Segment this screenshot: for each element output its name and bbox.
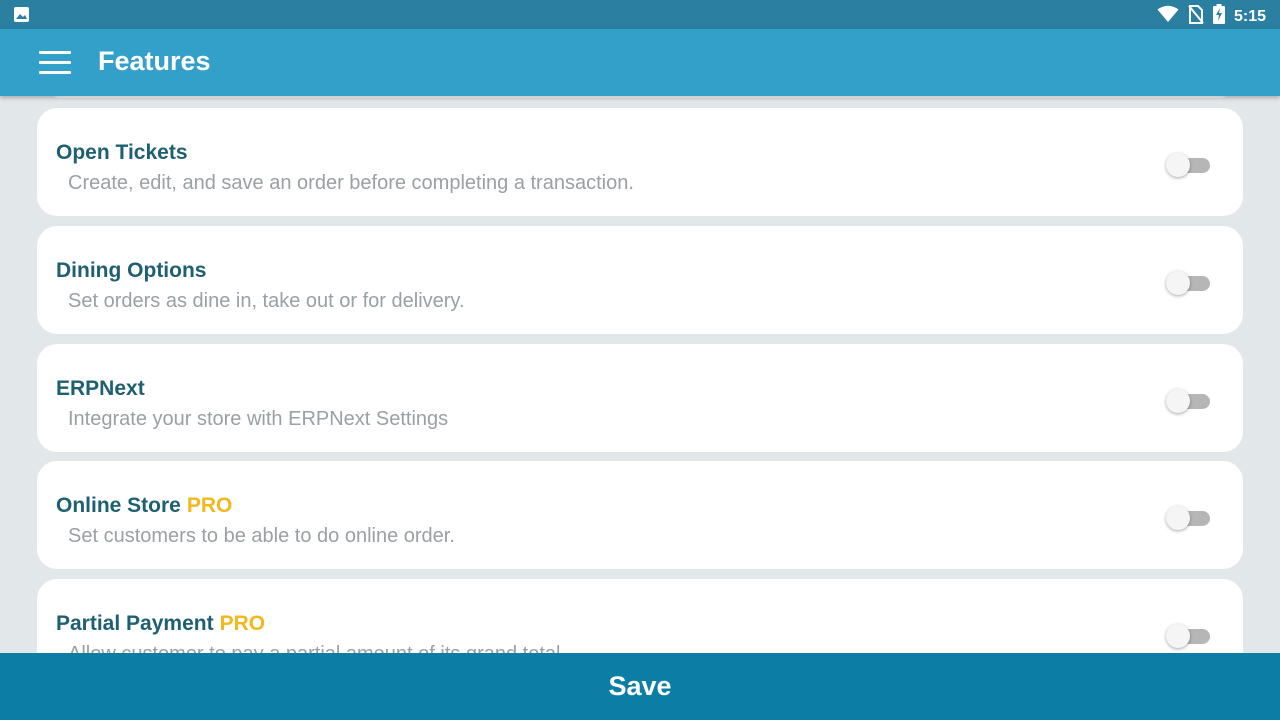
features-list[interactable]: Open Tickets Create, edit, and save an o… [0,96,1280,653]
image-icon [13,7,30,27]
battery-charging-icon [1212,4,1225,29]
hamburger-menu-icon[interactable] [39,51,71,75]
feature-card-online-store: Online Store PRO Set customers to be able… [37,461,1243,569]
no-sim-icon [1188,4,1204,29]
feature-description: Set customers to be able to do online or… [68,525,455,547]
erpnext-toggle[interactable] [1166,389,1210,413]
open-tickets-toggle[interactable] [1166,153,1210,177]
partial-payment-toggle[interactable] [1166,624,1210,648]
clock-time: 5:15 [1233,7,1266,25]
app-bar: Features [0,29,1280,96]
online-store-toggle[interactable] [1166,506,1210,530]
feature-card-partial-payment: Partial PaymentPRO Allow customer to pay… [37,579,1243,653]
pro-badge: PRO [186,494,233,517]
previous-card-edge [50,96,1230,98]
feature-card-open-tickets: Open Tickets Create, edit, and save an o… [37,108,1243,216]
feature-title: Open Tickets [56,141,188,164]
wifi-icon [1157,5,1179,28]
pro-badge: PRO [219,612,266,635]
feature-description: Allow customer to pay a partial amount o… [68,643,566,653]
feature-card-erpnext: ERPNext Integrate your store with ERPNex… [37,344,1243,452]
feature-title: ERPNext [56,377,145,400]
feature-title: Dining Options [56,259,207,282]
feature-card-dining-options: Dining Options Set orders as dine in, ta… [37,226,1243,334]
feature-description: Set orders as dine in, take out or for d… [68,290,465,312]
dining-options-toggle[interactable] [1166,271,1210,295]
page-title: Features [98,46,211,76]
feature-description: Integrate your store with ERPNext Settin… [68,408,449,430]
feature-description: Create, edit, and save an order before c… [68,172,634,194]
status-bar: 5:15 [0,0,1280,29]
feature-title: Online Store PRO [56,494,233,517]
save-button[interactable]: Save [0,653,1280,720]
feature-title: Partial Payment PRO [56,612,266,635]
